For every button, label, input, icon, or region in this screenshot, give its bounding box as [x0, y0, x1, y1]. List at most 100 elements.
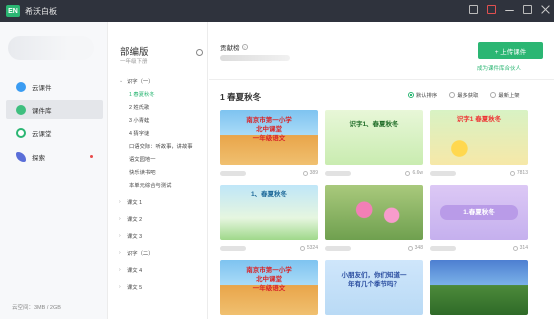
chevron-right-icon: ›	[119, 283, 121, 290]
courseware-card[interactable]: 348	[325, 185, 423, 256]
user-profile[interactable]	[8, 36, 94, 60]
nav-item-2[interactable]: 云课堂	[6, 123, 103, 142]
download-icon	[302, 170, 308, 176]
radio-icon	[408, 92, 414, 98]
nav-item-label: 云课件	[32, 84, 52, 92]
contributors-heading: 贡献榜?	[220, 42, 248, 52]
card-title: 小朋友们，你们知道一 年有几个季节吗？	[341, 272, 407, 288]
card-thumbnail[interactable]: 1、春夏秋冬	[220, 185, 318, 240]
tree-label: 2 姓氏歌	[129, 104, 150, 111]
count-label: 314	[519, 245, 528, 251]
lesson-item[interactable]: 口语交际：听故事，讲故事	[119, 139, 209, 152]
chevron-right-icon: ›	[119, 232, 121, 239]
notification-dot	[90, 155, 93, 158]
lesson-item[interactable]: 1 春夏秋冬	[119, 87, 209, 100]
card-thumbnail[interactable]	[430, 260, 528, 315]
download-count: 6.6w	[405, 170, 423, 176]
nav-item-0[interactable]: 云课件	[6, 77, 103, 96]
unit-item[interactable]: › 课文 2	[119, 212, 209, 225]
maximize-icon[interactable]	[523, 5, 532, 14]
download-count: 389	[302, 170, 318, 176]
upload-button[interactable]: + 上传课件	[478, 42, 543, 59]
count-label: 6.6w	[412, 170, 423, 176]
courseware-card[interactable]: 1.春夏秋冬 314	[430, 185, 528, 256]
author-name	[220, 245, 246, 251]
courseware-card[interactable]: 南京市第一小学 北中课堂 一年级语文	[220, 260, 318, 331]
nav-item-label: 云课堂	[32, 130, 52, 138]
card-title: 南京市第一小学 北中课堂 一年级语文	[246, 117, 292, 142]
contributors-label: 贡献榜	[220, 45, 240, 52]
sort-option[interactable]: 最多获取	[449, 91, 478, 99]
card-thumbnail[interactable]: 南京市第一小学 北中课堂 一年级语文	[220, 110, 318, 165]
count-label: 348	[414, 245, 423, 251]
unit-item[interactable]: › 课文 4	[119, 263, 209, 276]
lesson-item[interactable]: 2 姓氏歌	[119, 100, 209, 113]
catalog-title[interactable]: 部编版	[120, 44, 149, 58]
card-meta: 7813	[430, 167, 528, 179]
tree-label: 3 小青蛙	[129, 117, 150, 124]
title-bar: EN 希沃白板	[0, 0, 554, 22]
contributors-list[interactable]	[220, 55, 290, 61]
card-meta: 314	[430, 242, 528, 254]
courseware-card[interactable]: 小朋友们，你们知道一 年有几个季节吗？	[325, 260, 423, 331]
screen-icon[interactable]	[469, 5, 478, 14]
card-meta: 5324	[220, 242, 318, 254]
card-thumbnail[interactable]: 小朋友们，你们知道一 年有几个季节吗？	[325, 260, 423, 315]
count-label: 389	[309, 170, 318, 176]
card-thumbnail[interactable]: 识字1、春夏秋冬	[325, 110, 423, 165]
unit-item[interactable]: › 课文 5	[119, 280, 209, 293]
divider	[209, 79, 554, 80]
app-logo-icon: EN	[6, 5, 20, 17]
unit-item[interactable]: › 课文 1	[119, 195, 209, 208]
unit-item[interactable]: ⌄ 识字（一）	[119, 74, 209, 87]
close-icon[interactable]	[541, 5, 550, 14]
author-name	[325, 245, 351, 251]
tree-label: 课文 5	[127, 284, 143, 291]
card-thumbnail[interactable]: 1.春夏秋冬	[430, 185, 528, 240]
lesson-item[interactable]: 语文园地一	[119, 152, 209, 165]
card-title: 南京市第一小学 北中课堂 一年级语文	[246, 267, 292, 292]
download-count: 7813	[509, 170, 528, 176]
chevron-right-icon: ›	[119, 215, 121, 222]
settings-icon[interactable]	[196, 49, 203, 56]
card-thumbnail[interactable]: 识字1 春夏秋冬	[430, 110, 528, 165]
courseware-card[interactable]: 识字1 春夏秋冬 7813	[430, 110, 528, 181]
lesson-item[interactable]: 4 猜字谜	[119, 126, 209, 139]
nav-item-1[interactable]: 课件库	[6, 100, 103, 119]
sort-option[interactable]: 最新上架	[490, 91, 520, 99]
lesson-item[interactable]: 快乐读书吧	[119, 165, 209, 178]
courseware-card[interactable]	[430, 260, 528, 331]
author-name	[220, 170, 246, 176]
card-thumbnail[interactable]	[325, 185, 423, 240]
card-meta: 389	[220, 167, 318, 179]
lesson-item[interactable]: 3 小青蛙	[119, 113, 209, 126]
courseware-card[interactable]: 南京市第一小学 北中课堂 一年级语文 389	[220, 110, 318, 181]
author-name	[430, 245, 456, 251]
app-title: 希沃白板	[25, 6, 57, 16]
card-thumbnail[interactable]: 南京市第一小学 北中课堂 一年级语文	[220, 260, 318, 315]
download-icon	[509, 170, 515, 176]
card-meta: 348	[325, 242, 423, 254]
tree-label: 1 春夏秋冬	[129, 91, 155, 98]
card-title: 识字1、春夏秋冬	[349, 121, 399, 128]
sort-option[interactable]: 默认排序	[408, 91, 437, 99]
download-count: 314	[512, 245, 528, 251]
help-icon[interactable]: ?	[241, 44, 248, 50]
unit-item[interactable]: › 识字（二）	[119, 246, 209, 259]
sort-options: 默认排序 最多获取 最新上架	[408, 91, 520, 99]
card-meta: 6.6w	[325, 167, 423, 179]
unit-item[interactable]: › 课文 3	[119, 229, 209, 242]
author-name	[430, 170, 456, 176]
tree-label: 快乐读书吧	[129, 169, 156, 176]
minimize-icon[interactable]	[505, 5, 514, 11]
lesson-item[interactable]: 本单元综合与测试	[119, 178, 209, 191]
courseware-card[interactable]: 1、春夏秋冬 5324	[220, 185, 318, 256]
card-title: 1、春夏秋冬	[250, 191, 288, 198]
nav-item-3[interactable]: 探索	[6, 147, 103, 166]
tree-label: 4 猜字谜	[129, 130, 150, 137]
courseware-card[interactable]: 识字1、春夏秋冬 6.6w	[325, 110, 423, 181]
download-icon	[407, 245, 413, 251]
message-icon[interactable]	[487, 5, 496, 14]
left-sidebar: 云课件 课件库 云课堂 探索 云空间：3MB / 2GB	[0, 22, 108, 319]
partner-link[interactable]: 成为课件库合伙人	[477, 64, 521, 72]
